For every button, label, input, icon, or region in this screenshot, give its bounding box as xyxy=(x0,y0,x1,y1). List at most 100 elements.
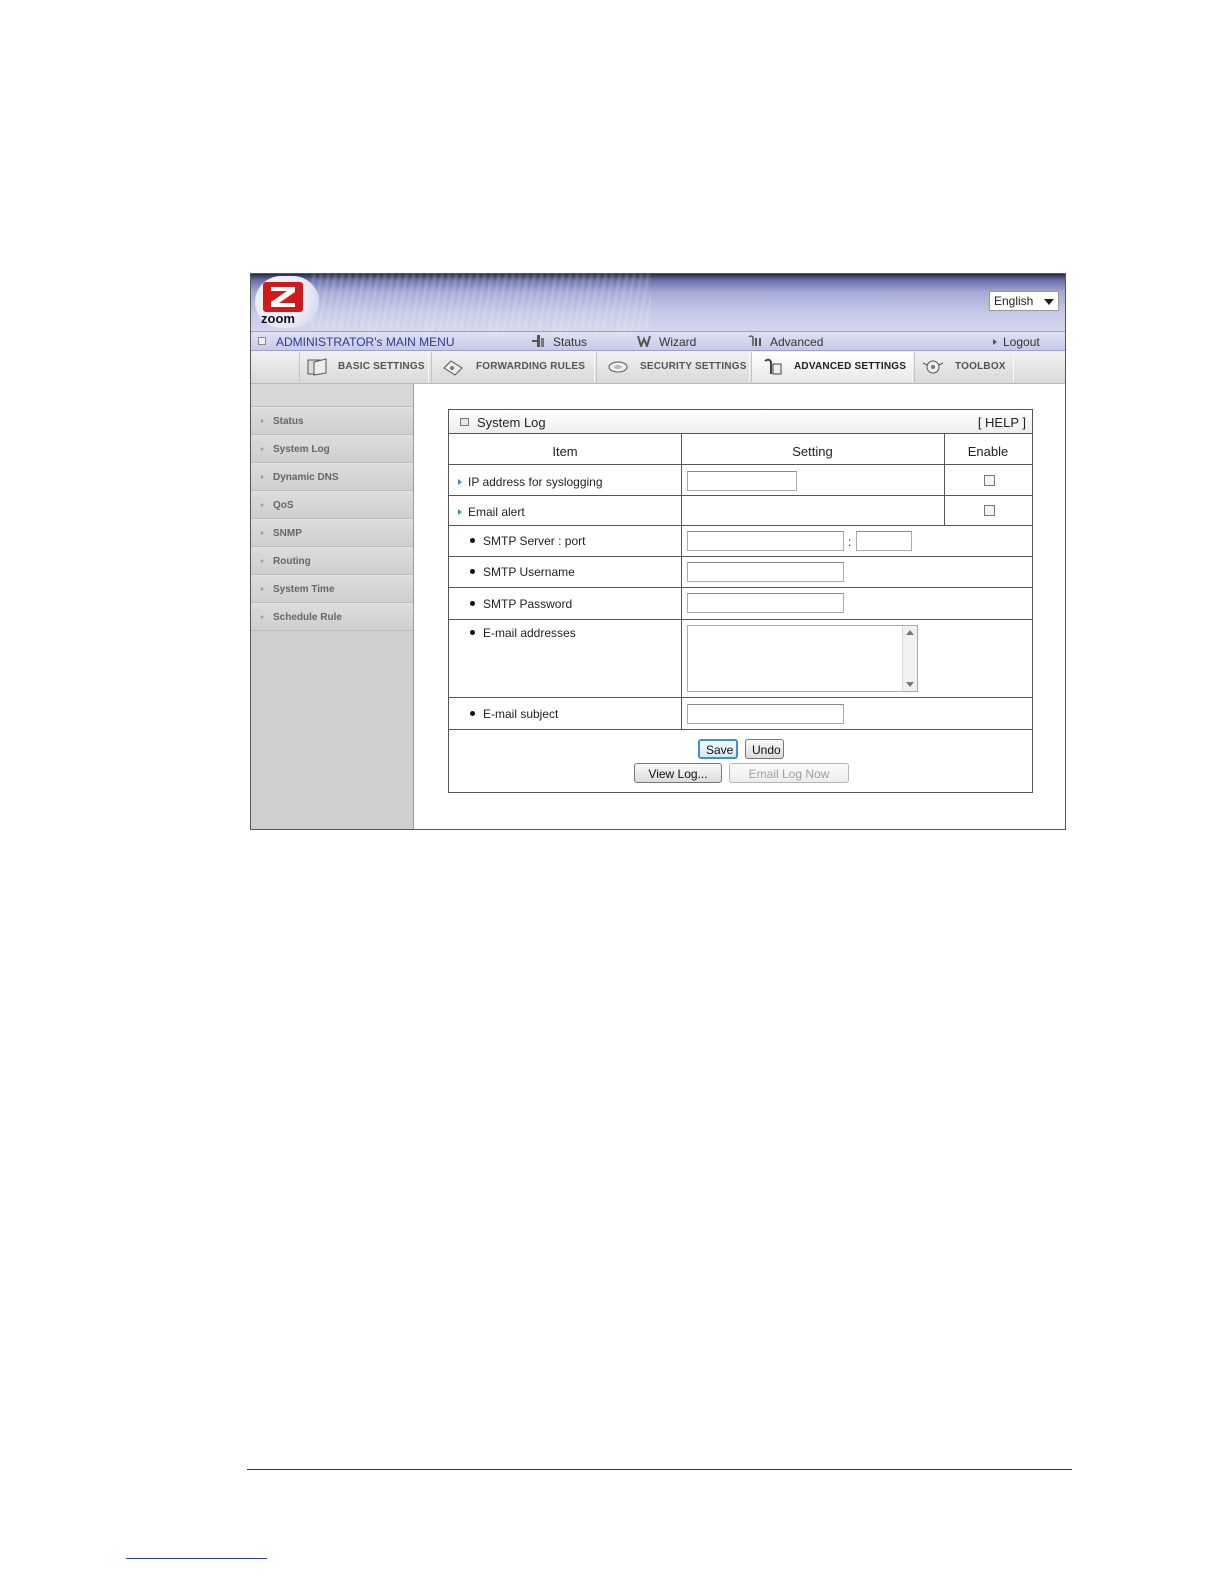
sidebar-item-qos[interactable]: QoS xyxy=(251,491,413,519)
menu-status-label: Status xyxy=(553,335,588,349)
ip-syslog-enable-checkbox[interactable] xyxy=(984,475,995,486)
row-divider xyxy=(449,729,1032,730)
main-menu-bar: ADMINISTRATOR's MAIN MENU Status Wizard … xyxy=(251,331,1065,351)
help-link[interactable]: [ HELP ] xyxy=(978,415,1026,430)
sidebar-item-system-log[interactable]: System Log xyxy=(251,435,413,463)
column-divider xyxy=(681,434,682,729)
email-alert-label-text: Email alert xyxy=(468,505,525,519)
main-menu-title[interactable]: ADMINISTRATOR's MAIN MENU xyxy=(276,335,455,349)
router-admin-screenshot: zoom English ADMINISTRATOR's MAIN MENU S… xyxy=(250,273,1066,830)
bullet-icon xyxy=(470,538,475,543)
sidebar-item-label: Dynamic DNS xyxy=(273,472,339,483)
smtp-password-label-text: SMTP Password xyxy=(483,597,573,611)
row-divider xyxy=(449,697,1032,698)
toolbox-icon xyxy=(922,360,944,374)
smtp-server-label-text: SMTP Server : port xyxy=(483,534,586,548)
column-header-item: Item xyxy=(552,444,578,459)
tab-forwarding-rules[interactable]: FORWARDING RULES xyxy=(431,352,595,382)
tab-advanced-settings[interactable]: ADVANCED SETTINGS xyxy=(751,352,913,382)
arrow-right-icon xyxy=(261,559,264,563)
tab-security-label: SECURITY SETTINGS xyxy=(640,361,747,372)
undo-button[interactable]: Undo xyxy=(745,739,784,759)
email-subject-label: E-mail subject xyxy=(470,707,558,721)
ip-syslog-input[interactable] xyxy=(687,471,797,491)
email-alert-label: Email alert xyxy=(458,505,525,519)
advanced-icon xyxy=(748,335,761,346)
sidebar-item-snmp[interactable]: SNMP xyxy=(251,519,413,547)
scroll-up-icon[interactable] xyxy=(906,630,914,635)
page-footer-rule xyxy=(247,1469,1072,1470)
scroll-down-icon[interactable] xyxy=(906,682,914,687)
arrow-right-icon xyxy=(261,475,264,479)
menu-status-link[interactable]: Status xyxy=(531,335,587,349)
sidebar: Status System Log Dynamic DNS QoS SNMP R… xyxy=(251,384,414,829)
sidebar-item-schedule-rule[interactable]: Schedule Rule xyxy=(251,603,413,631)
menu-logout-label: Logout xyxy=(1003,335,1040,349)
menu-advanced-link[interactable]: Advanced xyxy=(748,335,823,349)
email-addresses-label-text: E-mail addresses xyxy=(483,626,576,640)
menu-logout-link[interactable]: Logout xyxy=(993,335,1040,349)
sidebar-item-label: SNMP xyxy=(273,528,302,539)
row-divider xyxy=(449,619,1032,620)
email-subject-input[interactable] xyxy=(687,704,844,724)
smtp-port-input[interactable] xyxy=(856,531,912,551)
settings-tabs: BASIC SETTINGS FORWARDING RULES SECURITY… xyxy=(251,351,1065,384)
panel-header: System Log [ HELP ] xyxy=(449,410,1032,434)
email-subject-label-text: E-mail subject xyxy=(483,707,559,721)
smtp-server-input[interactable] xyxy=(687,531,844,551)
sidebar-item-status[interactable]: Status xyxy=(251,407,413,435)
arrow-right-icon xyxy=(458,509,462,515)
save-button[interactable]: Save xyxy=(698,739,738,759)
row-divider xyxy=(449,556,1032,557)
smtp-username-label-text: SMTP Username xyxy=(483,565,575,579)
chevron-down-icon xyxy=(1044,299,1054,305)
view-log-button[interactable]: View Log... xyxy=(634,763,722,783)
smtp-username-input[interactable] xyxy=(687,562,844,582)
bullet-icon xyxy=(470,711,475,716)
smtp-password-label: SMTP Password xyxy=(470,597,572,611)
ip-syslog-label: IP address for syslogging xyxy=(458,475,603,489)
sidebar-item-label: Routing xyxy=(273,556,311,567)
system-log-panel: System Log [ HELP ] Item Setting Enable … xyxy=(448,409,1033,793)
smtp-server-label: SMTP Server : port xyxy=(470,534,585,548)
arrow-right-icon xyxy=(261,531,264,535)
tab-toolbox[interactable]: TOOLBOX xyxy=(914,352,1014,382)
basic-settings-icon xyxy=(307,358,327,376)
advanced-settings-icon xyxy=(764,358,782,375)
arrow-right-icon xyxy=(458,479,462,485)
email-alert-enable-checkbox[interactable] xyxy=(984,505,995,516)
menu-wizard-link[interactable]: Wizard xyxy=(637,335,696,349)
wizard-icon xyxy=(637,335,651,347)
smtp-password-input[interactable] xyxy=(687,593,844,613)
row-divider xyxy=(449,525,1032,526)
panel-title: System Log xyxy=(477,415,546,430)
menu-advanced-label: Advanced xyxy=(770,335,824,349)
port-separator: : xyxy=(848,535,852,549)
status-icon xyxy=(532,335,544,347)
language-select[interactable]: English xyxy=(989,291,1059,311)
tab-basic-settings[interactable]: BASIC SETTINGS xyxy=(299,352,429,382)
arrow-right-icon xyxy=(261,587,264,591)
bullet-icon xyxy=(470,630,475,635)
row-divider xyxy=(449,587,1032,588)
header-banner: zoom English xyxy=(251,274,1065,331)
tab-advanced-label: ADVANCED SETTINGS xyxy=(794,361,907,372)
arrow-right-icon xyxy=(261,615,264,619)
security-settings-icon xyxy=(608,361,628,373)
zoom-logo-mark xyxy=(263,282,303,312)
email-addresses-label: E-mail addresses xyxy=(470,626,576,640)
tab-toolbox-label: TOOLBOX xyxy=(955,361,1006,372)
sidebar-item-system-time[interactable]: System Time xyxy=(251,575,413,603)
email-addresses-textarea[interactable] xyxy=(687,625,918,692)
menu-square-icon xyxy=(258,337,266,345)
forwarding-rules-icon xyxy=(443,360,463,376)
sidebar-item-routing[interactable]: Routing xyxy=(251,547,413,575)
arrow-right-icon xyxy=(261,419,264,423)
email-log-now-button[interactable]: Email Log Now xyxy=(729,763,849,783)
smtp-username-label: SMTP Username xyxy=(470,565,575,579)
sidebar-item-label: QoS xyxy=(273,500,294,511)
tab-security-settings[interactable]: SECURITY SETTINGS xyxy=(596,352,750,382)
arrow-right-icon xyxy=(993,339,997,345)
textarea-scrollbar[interactable] xyxy=(902,626,917,691)
sidebar-item-dynamic-dns[interactable]: Dynamic DNS xyxy=(251,463,413,491)
